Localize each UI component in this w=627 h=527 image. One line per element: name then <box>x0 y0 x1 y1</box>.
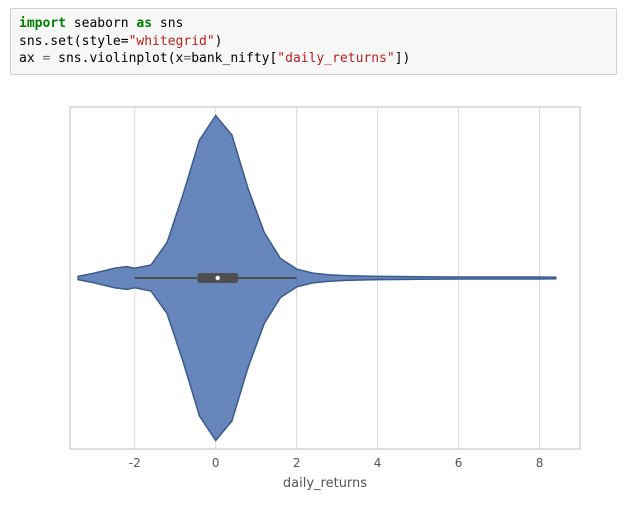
code-keyword: import <box>19 16 66 31</box>
code-var: bank_nifty[ <box>191 51 277 66</box>
chart-output: -2 0 2 4 6 8 daily_returns <box>40 97 617 497</box>
code-lhs: ax <box>19 51 42 66</box>
code-keyword: as <box>136 16 152 31</box>
median-dot <box>216 275 220 279</box>
x-tick-label: 2 <box>293 456 301 470</box>
x-tick-label: -2 <box>129 456 141 470</box>
code-cell: import seaborn as sns sns.set(style="whi… <box>10 8 617 75</box>
x-tick-label: 8 <box>536 456 544 470</box>
code-call: sns.set(style= <box>19 34 129 49</box>
code-rhs: sns.violinplot(x <box>50 51 183 66</box>
code-string: "daily_returns" <box>277 51 394 66</box>
x-tick-label: 6 <box>455 456 463 470</box>
code-close: ) <box>215 34 223 49</box>
code-close: ]) <box>395 51 411 66</box>
code-string: "whitegrid" <box>129 34 215 49</box>
x-axis-label: daily_returns <box>283 476 367 491</box>
code-alias: sns <box>160 16 183 31</box>
x-tick-label: 4 <box>374 456 382 470</box>
x-tick-label: 0 <box>212 456 220 470</box>
violin-plot: -2 0 2 4 6 8 daily_returns <box>40 97 600 497</box>
code-module: seaborn <box>74 16 129 31</box>
